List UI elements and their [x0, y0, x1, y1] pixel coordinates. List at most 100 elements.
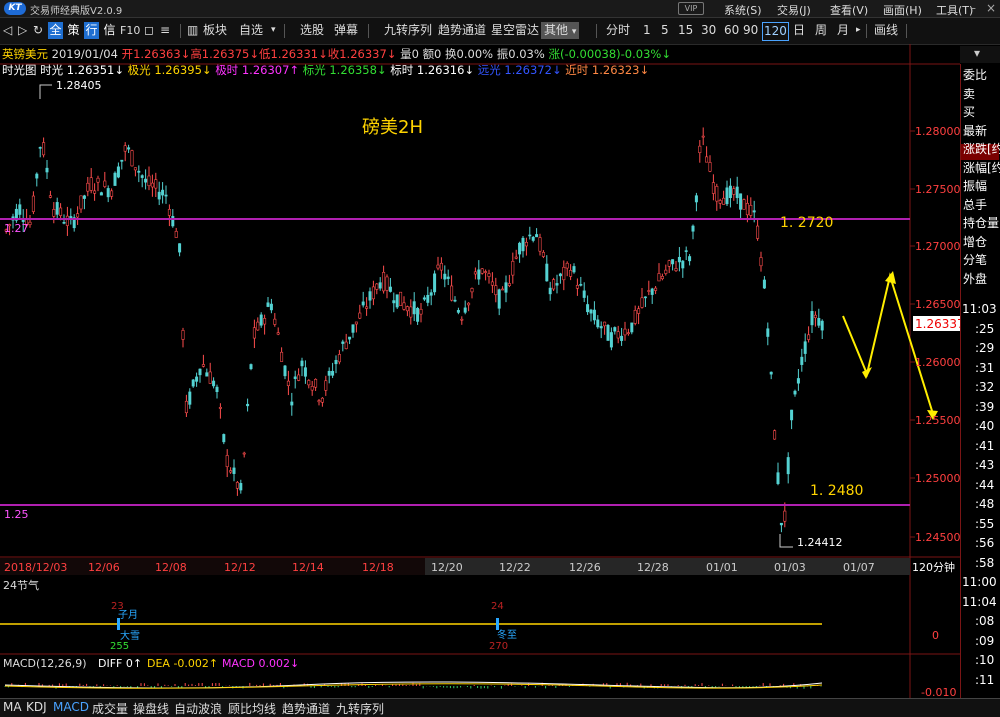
right-panel-label[interactable]: 卖 — [963, 85, 975, 102]
toolbar-trend-channel[interactable]: 趋势通道 — [438, 22, 486, 39]
close-icon[interactable]: × — [986, 1, 996, 15]
quote-button[interactable]: 行 — [84, 22, 99, 39]
menu-tools[interactable]: 工具(T) — [936, 2, 973, 18]
candle-body — [647, 290, 651, 292]
candle-body — [283, 365, 287, 377]
date-tick-label: 12/14 — [292, 561, 324, 574]
refresh-icon[interactable]: ↻ — [33, 22, 43, 39]
right-panel-label[interactable]: 持仓量 — [963, 214, 999, 231]
toolbar-sector[interactable]: 板块 — [203, 22, 227, 39]
period-month[interactable]: 月 — [837, 22, 849, 39]
right-panel-label[interactable]: 外盘 — [963, 270, 987, 287]
candle-body — [110, 190, 114, 197]
indicator-tab-7[interactable]: 顾比均线 — [228, 700, 276, 717]
period-day[interactable]: 日 — [793, 22, 805, 39]
candle-body — [65, 215, 69, 226]
period-more-icon[interactable]: ▸ — [856, 22, 861, 39]
candle-body — [497, 289, 501, 309]
panel-toggle-icon[interactable]: ▾ — [974, 46, 980, 60]
date-tick-label: 01/07 — [843, 561, 875, 574]
period-5[interactable]: 5 — [661, 22, 669, 39]
forecast-path[interactable] — [842, 272, 934, 415]
tick-time: :40 — [975, 419, 995, 433]
right-panel-label[interactable]: 总手 — [963, 196, 987, 213]
indicator-tab-1[interactable]: MA — [3, 700, 22, 714]
candle-body — [793, 390, 797, 395]
period-60[interactable]: 60 — [724, 22, 739, 39]
f10-arrow-icon[interactable]: ◻ — [144, 22, 154, 39]
menu-screen[interactable]: 画面(H) — [883, 2, 922, 18]
candle-body — [470, 288, 474, 293]
candle-body — [640, 297, 644, 308]
list-icon[interactable]: ≡ — [160, 22, 170, 39]
candle-body — [759, 257, 763, 267]
back-icon[interactable]: ◁ — [3, 22, 12, 39]
toolbar-danmaku[interactable]: 弹幕 — [334, 22, 358, 39]
candle-body — [242, 452, 246, 455]
watchlist-dropdown-icon[interactable]: ▾ — [271, 22, 276, 39]
candle-body — [96, 177, 100, 183]
toolbar-nine-turn[interactable]: 九转序列 — [384, 22, 432, 39]
toolbar-star-radar[interactable]: 星空雷达 — [491, 22, 539, 39]
menu-system[interactable]: 系统(S) — [724, 2, 762, 18]
forward-icon[interactable]: ▷ — [18, 22, 27, 39]
level-high-label: 1. 2720 — [780, 215, 833, 231]
toolbar-watchlist[interactable]: 自选 — [239, 22, 263, 39]
candle-body — [528, 234, 532, 237]
period-week[interactable]: 周 — [815, 22, 827, 39]
indicator-tab-3[interactable]: MACD — [53, 700, 89, 714]
period-90[interactable]: 90 — [743, 22, 758, 39]
candle-body — [178, 243, 182, 253]
all-button[interactable]: 全 — [48, 22, 63, 39]
strategy-button[interactable]: 策 — [66, 22, 81, 39]
other-dropdown[interactable]: 其他 ▾ — [541, 22, 580, 39]
solar-mark-2[interactable] — [496, 618, 499, 630]
app-logo-icon: KT — [4, 2, 26, 15]
chart-icon[interactable]: ▥ — [187, 22, 198, 39]
f10-button[interactable]: F10 — [120, 22, 140, 39]
right-panel-label[interactable]: 涨跌[约 — [963, 140, 1000, 157]
period-1[interactable]: 1 — [643, 22, 651, 39]
indicator-tab-5[interactable]: 操盘线 — [133, 700, 169, 717]
indicator-tab-2[interactable]: KDJ — [26, 700, 47, 714]
candle-body — [762, 279, 766, 289]
info-button[interactable]: 信 — [102, 22, 117, 39]
candle-body — [195, 376, 199, 382]
right-panel-label[interactable]: 委比 — [963, 66, 987, 83]
candlestick-series — [4, 127, 824, 533]
right-panel-label[interactable]: 增仓 — [963, 233, 987, 250]
period-30[interactable]: 30 — [701, 22, 716, 39]
candle-body — [524, 242, 528, 247]
right-panel-label[interactable]: 买 — [963, 103, 975, 120]
candle-body — [229, 470, 233, 473]
vip-badge[interactable]: VIP — [678, 2, 704, 15]
menu-view[interactable]: 查看(V) — [830, 2, 868, 18]
right-panel-label[interactable]: 最新 — [963, 122, 987, 139]
candle-body — [385, 276, 389, 291]
right-panel-label[interactable]: 涨幅[约 — [963, 159, 1000, 176]
candle-body — [626, 332, 630, 335]
indicator-tab-6[interactable]: 自动波浪 — [174, 700, 222, 717]
menu-trade[interactable]: 交易(J) — [777, 2, 811, 18]
candle-body — [711, 182, 715, 194]
candle-body — [501, 288, 505, 291]
candle-body — [157, 191, 161, 200]
minimize-icon[interactable]: – — [970, 1, 976, 15]
draw-line-button[interactable]: 画线 — [874, 22, 898, 39]
toolbar-stock-picker[interactable]: 选股 — [300, 22, 324, 39]
indicator-tab-4[interactable]: 成交量 — [92, 700, 128, 717]
right-panel-label[interactable]: 分笔 — [963, 251, 987, 268]
chart-area[interactable]: 1.27 1.25 1. 2720 1. 2480 磅美2H 1.28405 1… — [0, 44, 960, 698]
candle-body — [232, 467, 236, 474]
candle-body — [582, 290, 586, 298]
candle-body — [235, 482, 239, 489]
period-15[interactable]: 15 — [678, 22, 693, 39]
indicator-tab-8[interactable]: 趋势通道 — [282, 700, 330, 717]
tick-time: :10 — [975, 653, 995, 667]
candle-body — [399, 291, 403, 306]
indicator-tab-9[interactable]: 九转序列 — [336, 700, 384, 717]
period-120[interactable]: 120 — [762, 22, 789, 41]
right-panel-label[interactable]: 振幅 — [963, 177, 987, 194]
candle-body — [773, 430, 777, 440]
period-timeshare[interactable]: 分时 — [606, 22, 630, 39]
